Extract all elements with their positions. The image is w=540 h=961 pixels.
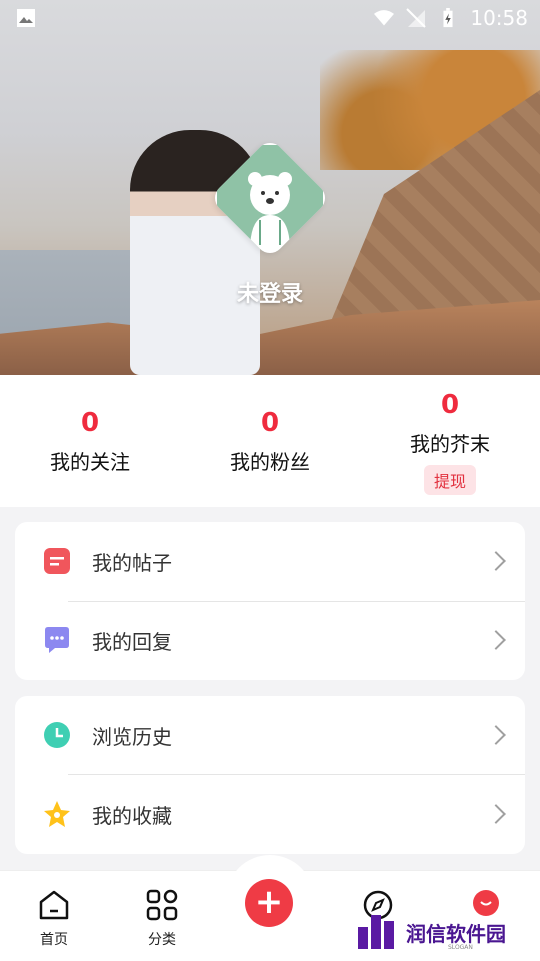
watermark-text: 润信软件园 <box>406 921 506 946</box>
menu-item-my-posts[interactable]: 我的帖子 <box>15 522 525 600</box>
following-count: 0 <box>80 408 100 438</box>
chevron-right-icon <box>486 551 506 571</box>
withdraw-button[interactable]: 提现 <box>423 465 476 495</box>
menu-card-history: 浏览历史 我的收藏 <box>15 696 525 854</box>
nav-home-label: 首页 <box>40 932 68 948</box>
nav-category[interactable]: 分类 <box>122 889 202 949</box>
star-icon <box>44 801 70 827</box>
menu-label: 我的帖子 <box>92 550 172 575</box>
login-status[interactable]: 未登录 <box>0 276 540 308</box>
signal-icon <box>406 8 427 28</box>
chevron-right-icon <box>486 804 506 824</box>
home-icon <box>39 890 69 920</box>
mustard-label: 我的芥末 <box>410 432 490 456</box>
grid-icon <box>146 889 178 921</box>
fans-count: 0 <box>260 408 280 438</box>
fans-label: 我的粉丝 <box>230 450 310 474</box>
chevron-right-icon <box>486 630 506 650</box>
menu-label: 我的回复 <box>92 629 172 654</box>
watermark-logo-icon <box>358 915 400 949</box>
nav-category-label: 分类 <box>148 932 176 948</box>
following-label: 我的关注 <box>50 450 130 474</box>
stats-panel: 0 我的关注 0 我的粉丝 0 我的芥末 提现 <box>0 375 540 507</box>
add-post-button[interactable]: + <box>245 879 293 927</box>
profile-header: 10:58 未登录 <box>0 0 540 375</box>
watermark-slogan: SLOGAN <box>448 944 473 951</box>
menu-item-my-replies[interactable]: 我的回复 <box>15 601 525 679</box>
chevron-right-icon <box>486 725 506 745</box>
watermark-logo: 润信软件园 SLOGAN <box>358 912 506 952</box>
clock-time: 10:58 <box>470 6 528 30</box>
menu-item-favorites[interactable]: 我的收藏 <box>15 775 525 853</box>
menu-label: 浏览历史 <box>92 724 172 749</box>
post-icon <box>44 548 70 574</box>
reply-icon <box>45 627 69 653</box>
menu-label: 我的收藏 <box>92 803 172 828</box>
clock-icon <box>44 722 70 748</box>
battery-icon <box>443 8 453 28</box>
menu-item-history[interactable]: 浏览历史 <box>15 696 525 774</box>
stat-fans[interactable]: 0 我的粉丝 <box>180 408 360 475</box>
nav-home[interactable]: 首页 <box>14 889 94 949</box>
stat-mustard[interactable]: 0 我的芥末 提现 <box>360 390 540 495</box>
gallery-icon <box>17 9 35 27</box>
status-bar: 10:58 <box>0 0 540 36</box>
menu-card-posts: 我的帖子 我的回复 <box>15 522 525 680</box>
mustard-count: 0 <box>440 390 460 420</box>
wifi-icon <box>374 10 395 26</box>
stat-following[interactable]: 0 我的关注 <box>0 408 180 475</box>
